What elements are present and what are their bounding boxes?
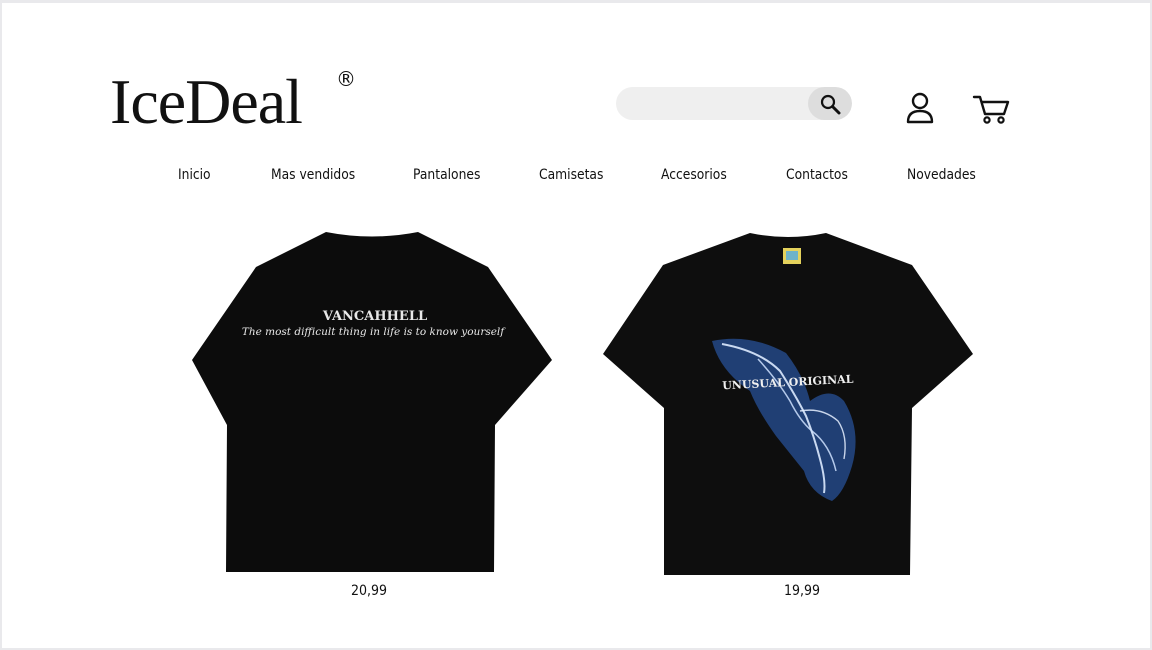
tshirt-image[interactable]: UNUSUAL ORIGINAL [600, 231, 976, 581]
account-button[interactable] [905, 91, 935, 125]
product-card[interactable]: UNUSUAL ORIGINAL [600, 231, 976, 581]
print-tagline: The most difficult thing in life is to k… [242, 326, 506, 338]
nav-item-camisetas[interactable]: Camisetas [539, 167, 603, 183]
nav-item-pantalones[interactable]: Pantalones [413, 167, 480, 183]
nav-item-inicio[interactable]: Inicio [178, 167, 211, 183]
main-nav: Inicio Mas vendidos Pantalones Camisetas… [2, 167, 1150, 191]
print-title: VANCAHHELL [322, 309, 427, 324]
search-input[interactable] [616, 87, 806, 120]
cart-icon [972, 95, 1010, 124]
nav-item-accesorios[interactable]: Accesorios [661, 167, 727, 183]
registered-mark: ® [336, 67, 356, 91]
tshirt-image[interactable]: VANCAHHELL The most difficult thing in l… [186, 229, 558, 575]
nav-item-mas-vendidos[interactable]: Mas vendidos [271, 167, 355, 183]
brand-logo[interactable]: IceDeal [110, 67, 303, 137]
user-icon [906, 92, 934, 124]
product-price: 19,99 [784, 583, 821, 599]
product-price: 20,99 [351, 583, 388, 599]
product-card[interactable]: VANCAHHELL The most difficult thing in l… [186, 229, 558, 575]
search-button[interactable] [808, 87, 852, 120]
nav-item-novedades[interactable]: Novedades [907, 167, 976, 183]
search-icon [820, 94, 841, 114]
page: IceDeal ® Inicio Mas vendidos Pantalones… [2, 3, 1150, 648]
cart-button[interactable] [971, 91, 1011, 125]
nav-item-contactos[interactable]: Contactos [786, 167, 848, 183]
search-bar [616, 87, 852, 120]
